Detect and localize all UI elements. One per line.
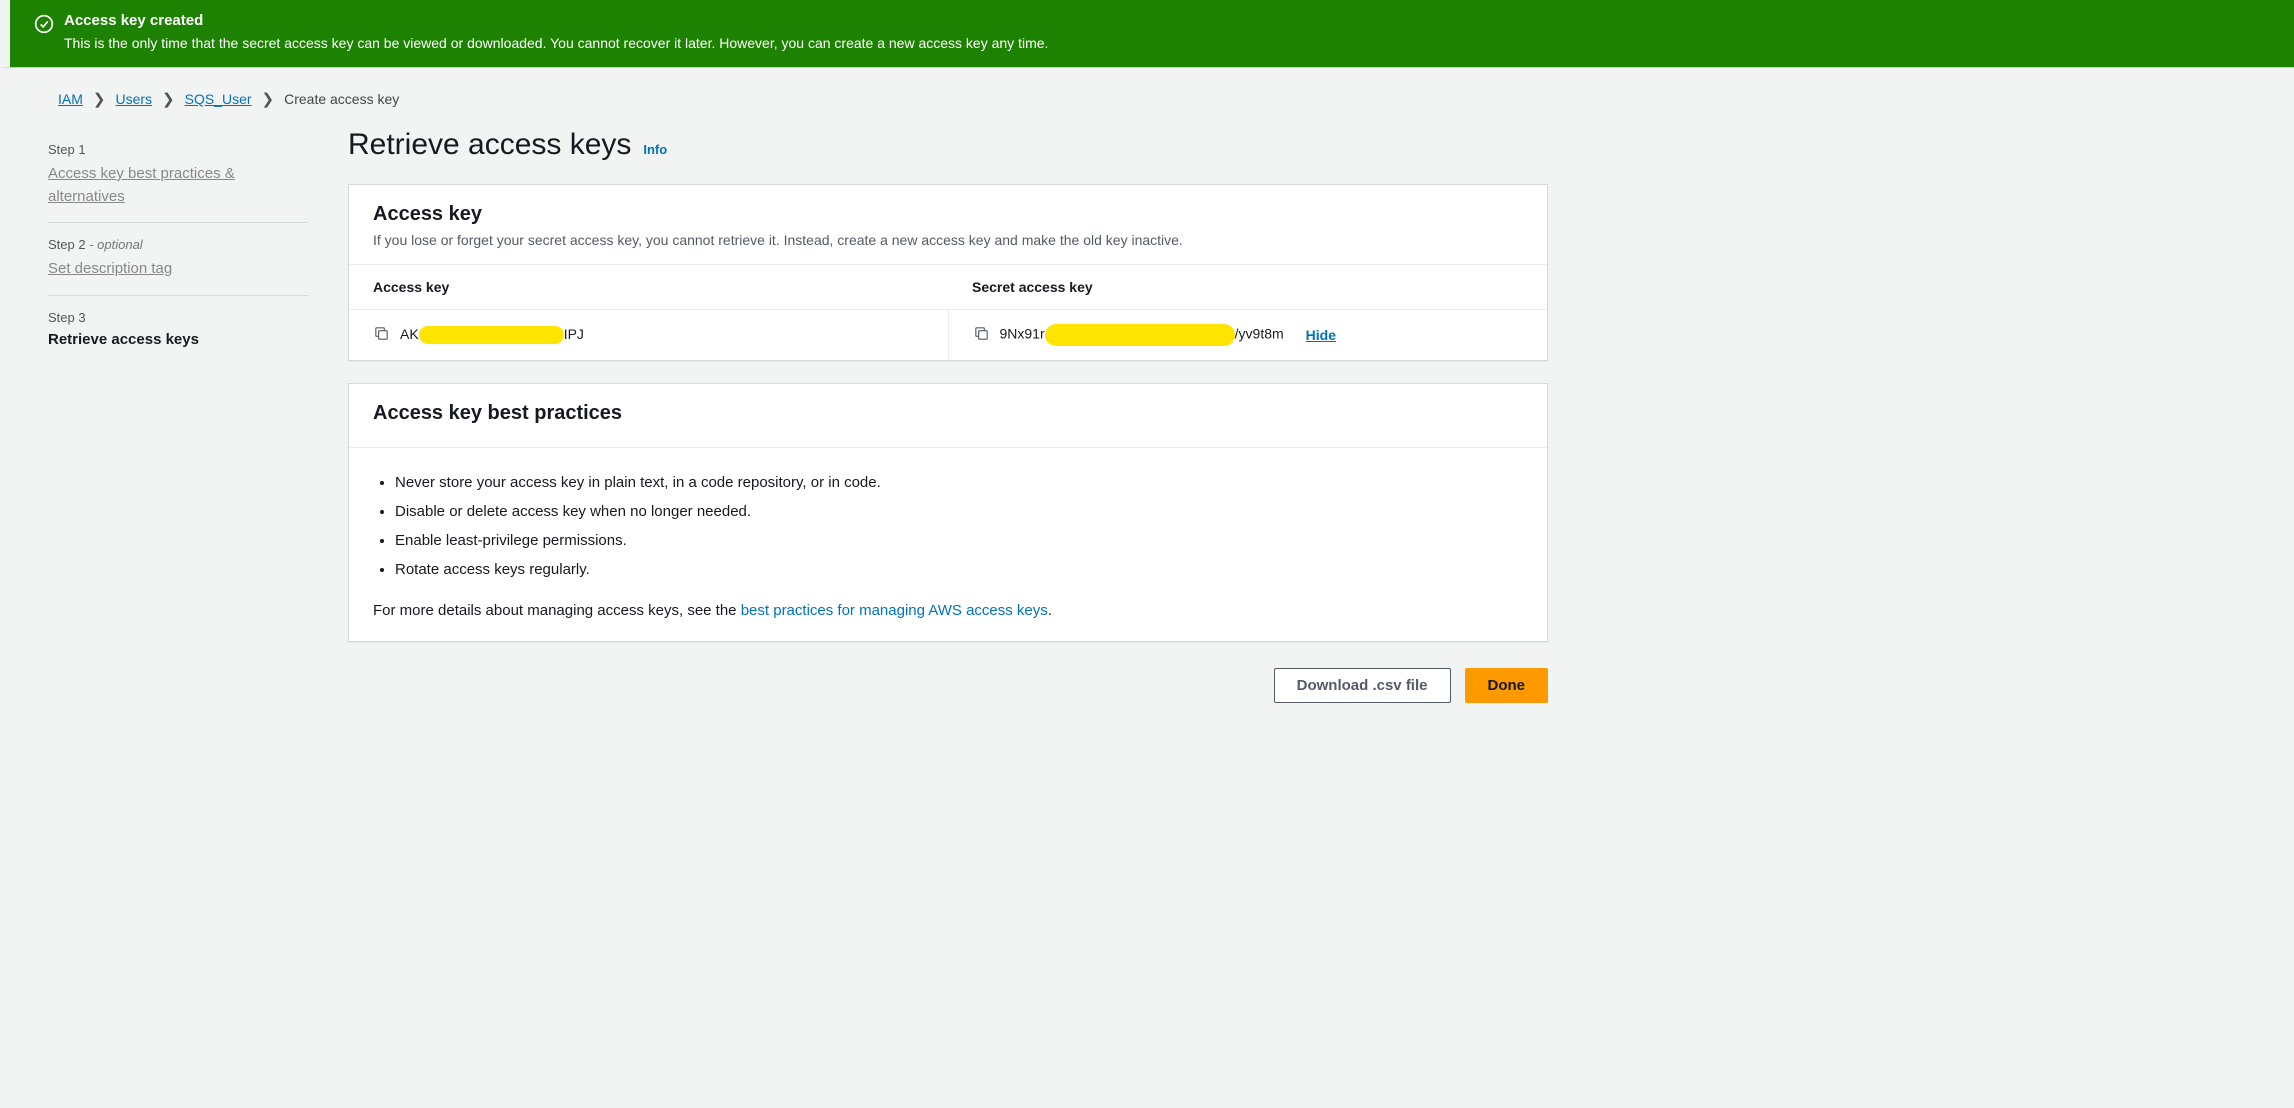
redacted-block — [419, 326, 564, 344]
access-key-panel-title: Access key — [373, 203, 1523, 226]
check-circle-icon — [34, 12, 54, 37]
table-row: AKIPJ 9Nx91r/yv9t8m Hide — [349, 309, 1547, 360]
breadcrumb-sqs-user[interactable]: SQS_User — [185, 91, 252, 107]
breadcrumb-users[interactable]: Users — [115, 91, 152, 107]
breadcrumb-iam[interactable]: IAM — [58, 91, 83, 107]
redacted-block — [1045, 324, 1235, 346]
col-access-key: Access key — [349, 265, 948, 309]
chevron-right-icon: ❯ — [162, 90, 175, 108]
col-secret-key: Secret access key — [948, 265, 1547, 309]
page-header: Retrieve access keys Info — [348, 128, 1548, 162]
access-key-panel-desc: If you lose or forget your secret access… — [373, 232, 1523, 248]
action-bar: Download .csv file Done — [348, 668, 1548, 703]
step-label: Step 3 — [48, 310, 308, 325]
step-label: Step 2 - optional — [48, 237, 308, 252]
step-1: Step 1 Access key best practices & alter… — [48, 128, 308, 223]
chevron-right-icon: ❯ — [262, 90, 275, 108]
info-link[interactable]: Info — [643, 142, 667, 157]
best-practices-title: Access key best practices — [373, 402, 1523, 425]
copy-icon[interactable] — [973, 325, 990, 345]
page-title: Retrieve access keys — [348, 128, 631, 162]
secret-key-value: 9Nx91r/yv9t8m — [1000, 324, 1284, 346]
hide-link[interactable]: Hide — [1306, 327, 1336, 343]
list-item: Never store your access key in plain tex… — [395, 468, 1523, 497]
breadcrumb-current: Create access key — [284, 91, 399, 107]
success-banner: Access key created This is the only time… — [0, 0, 2294, 68]
best-practices-list: Never store your access key in plain tex… — [373, 468, 1523, 584]
list-item: Rotate access keys regularly. — [395, 555, 1523, 584]
list-item: Enable least-privilege permissions. — [395, 526, 1523, 555]
access-key-cell: AKIPJ — [349, 310, 949, 360]
step-2: Step 2 - optional Set description tag — [48, 223, 308, 296]
best-practices-link[interactable]: best practices for managing AWS access k… — [741, 602, 1048, 619]
step-3: Step 3 Retrieve access keys — [48, 296, 308, 362]
table-header-row: Access key Secret access key — [349, 264, 1547, 309]
list-item: Disable or delete access key when no lon… — [395, 497, 1523, 526]
access-key-value: AKIPJ — [400, 326, 584, 344]
chevron-right-icon: ❯ — [93, 90, 106, 108]
secret-key-cell: 9Nx91r/yv9t8m Hide — [949, 310, 1548, 360]
step-1-link[interactable]: Access key best practices & alternatives — [48, 163, 308, 208]
step-label: Step 1 — [48, 142, 308, 157]
best-practices-panel: Access key best practices Never store yo… — [348, 383, 1548, 642]
wizard-steps: Step 1 Access key best practices & alter… — [48, 128, 308, 362]
best-practices-more: For more details about managing access k… — [373, 602, 1523, 619]
step-2-link[interactable]: Set description tag — [48, 258, 308, 281]
banner-title: Access key created — [64, 12, 1048, 29]
banner-message: This is the only time that the secret ac… — [64, 35, 1048, 51]
download w-csv-button[interactable]: Download .csv file — [1274, 668, 1451, 703]
copy-icon[interactable] — [373, 325, 390, 345]
access-key-panel: Access key If you lose or forget your se… — [348, 184, 1548, 361]
step-3-title: Retrieve access keys — [48, 331, 308, 348]
breadcrumb: IAM ❯ Users ❯ SQS_User ❯ Create access k… — [10, 68, 2294, 118]
done-button[interactable]: Done — [1465, 668, 1549, 703]
